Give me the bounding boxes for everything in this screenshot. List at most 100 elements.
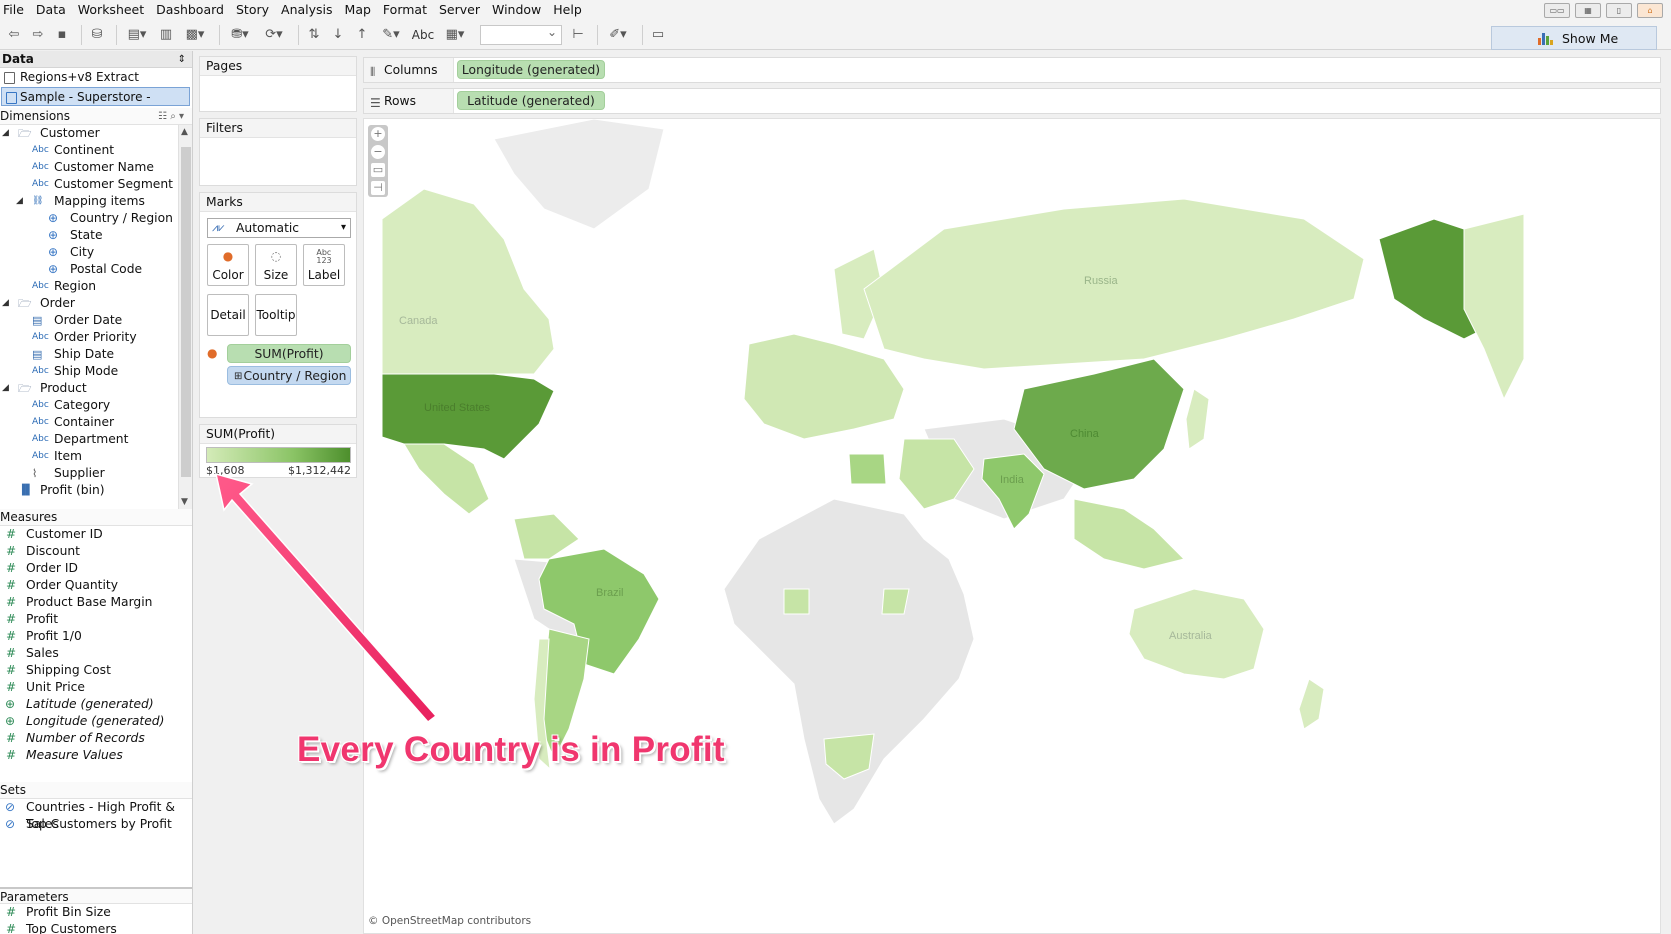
menu-server[interactable]: Server xyxy=(433,0,486,20)
show-me-button[interactable]: Show Me xyxy=(1491,26,1657,50)
menu-map[interactable]: Map xyxy=(339,0,377,20)
undo-icon[interactable]: ⇦ xyxy=(4,25,24,45)
pages-shelf[interactable]: Pages xyxy=(199,56,357,112)
duplicate-sheet-icon[interactable]: ▥ xyxy=(156,25,176,45)
map-view[interactable]: Russia Canada United States China India … xyxy=(363,118,1661,934)
measure-item-discount[interactable]: # Discount xyxy=(0,543,192,560)
dimension-item-supplier[interactable]: ⌇ Supplier xyxy=(0,465,192,482)
dimension-item-mapping-items[interactable]: ◢ ⛓ Mapping items xyxy=(0,193,192,210)
fix-axes-icon[interactable]: ⊢ xyxy=(568,25,588,45)
egypt[interactable] xyxy=(848,453,887,485)
rect-select-icon[interactable]: ▭ xyxy=(371,163,385,177)
sort-descending-icon[interactable]: ↑ xyxy=(352,25,372,45)
refresh-icon[interactable]: ⟳▾ xyxy=(259,25,289,45)
measure-item-shipping-cost[interactable]: # Shipping Cost xyxy=(0,662,192,679)
zoom-out-icon[interactable]: − xyxy=(371,145,385,159)
dimension-item-item[interactable]: Abc Item xyxy=(0,448,192,465)
dimension-item-state[interactable]: ⊕ State xyxy=(0,227,192,244)
columns-shelf[interactable]: ⦀ Columns Longitude (generated) xyxy=(363,57,1661,83)
dimension-item-product[interactable]: ◢ 🗁 Product xyxy=(0,380,192,397)
clear-sheet-icon[interactable]: ▩▾ xyxy=(180,25,210,45)
menu-format[interactable]: Format xyxy=(377,0,433,20)
view-size-icon[interactable]: ▦▾ xyxy=(440,25,470,45)
filters-shelf[interactable]: Filters xyxy=(199,118,357,186)
menu-file[interactable]: File xyxy=(0,0,30,20)
measure-item-profit-1-0[interactable]: # Profit 1/0 xyxy=(0,628,192,645)
menu-help[interactable]: Help xyxy=(547,0,588,20)
scroll-down-icon[interactable]: ▼ xyxy=(181,497,188,507)
datasource-item-selected[interactable]: Sample - Superstore - English... xyxy=(1,87,190,123)
dimension-item-profit-bin-[interactable]: ▐▌ Profit (bin) xyxy=(0,482,192,499)
measure-item-profit[interactable]: # Profit xyxy=(0,611,192,628)
menu-analysis[interactable]: Analysis xyxy=(275,0,339,20)
kenya[interactable] xyxy=(881,588,910,615)
dimension-item-ship-mode[interactable]: Abc Ship Mode xyxy=(0,363,192,380)
fit-dropdown[interactable] xyxy=(480,24,562,45)
datasource-item[interactable]: Regions+v8 Extract xyxy=(0,68,192,87)
dimension-item-order-priority[interactable]: Abc Order Priority xyxy=(0,329,192,346)
dimension-item-postal-code[interactable]: ⊕ Postal Code xyxy=(0,261,192,278)
japan[interactable] xyxy=(1185,388,1210,450)
new-zealand[interactable] xyxy=(1298,678,1325,730)
label-button[interactable]: Abc 123 Label xyxy=(303,244,345,286)
presentation-icon[interactable]: ▭ xyxy=(648,25,668,45)
dimension-item-order[interactable]: ◢ 🗁 Order xyxy=(0,295,192,312)
size-button[interactable]: ◌ Size xyxy=(255,244,297,286)
canada[interactable] xyxy=(381,188,555,375)
pane-menu-icon[interactable]: ⇕ xyxy=(178,51,186,68)
dimension-tools-icons[interactable]: ☷ ⌕ ▾ xyxy=(158,108,184,125)
tooltip-button[interactable]: Tooltip xyxy=(255,294,297,336)
detail-button[interactable]: Detail xyxy=(207,294,249,336)
measure-item-product-base-margin[interactable]: # Product Base Margin xyxy=(0,594,192,611)
menu-dashboard[interactable]: Dashboard xyxy=(150,0,230,20)
highlight-icon[interactable]: ✎▾ xyxy=(376,25,406,45)
expand-caret-icon[interactable]: ◢ xyxy=(2,295,9,312)
longitude-pill[interactable]: Longitude (generated) xyxy=(457,60,605,79)
dimension-item-customer-name[interactable]: Abc Customer Name xyxy=(0,159,192,176)
measure-item-order-quantity[interactable]: # Order Quantity xyxy=(0,577,192,594)
nigeria[interactable] xyxy=(783,588,810,615)
dimension-item-region[interactable]: Abc Region xyxy=(0,278,192,295)
world-map[interactable]: Russia Canada United States China India … xyxy=(364,119,1661,934)
color-button[interactable]: ● Color xyxy=(207,244,249,286)
menu-window[interactable]: Window xyxy=(486,0,547,20)
measure-item-customer-id[interactable]: # Customer ID xyxy=(0,526,192,543)
pen-icon[interactable]: ✐▾ xyxy=(603,25,633,45)
parameter-item[interactable]: # Top Customers xyxy=(0,921,192,934)
greenland-no-data[interactable] xyxy=(493,119,665,230)
home-icon[interactable]: ⌂ xyxy=(1637,3,1663,18)
measure-item-order-id[interactable]: # Order ID xyxy=(0,560,192,577)
dimension-item-country-region[interactable]: ⊕ Country / Region xyxy=(0,210,192,227)
measure-item-measure-values[interactable]: # Measure Values xyxy=(0,747,192,764)
save-icon[interactable]: ▪ xyxy=(52,25,72,45)
sum-profit-pill[interactable]: SUM(Profit) xyxy=(227,344,351,363)
scroll-thumb[interactable] xyxy=(181,147,191,477)
country-region-pill[interactable]: ⊞ Country / Region xyxy=(227,366,351,385)
set-item[interactable]: ⊘ Top Customers by Profit xyxy=(0,816,192,833)
parameter-item[interactable]: # Profit Bin Size xyxy=(0,904,192,921)
dimension-item-customer-segment[interactable]: Abc Customer Segment xyxy=(0,176,192,193)
dimension-item-continent[interactable]: Abc Continent xyxy=(0,142,192,159)
filmstrip-icon[interactable]: ▯ xyxy=(1606,3,1632,18)
rows-shelf[interactable]: ☰ Rows Latitude (generated) xyxy=(363,88,1661,114)
dimension-item-ship-date[interactable]: ▤ Ship Date xyxy=(0,346,192,363)
scroll-up-icon[interactable]: ▲ xyxy=(181,127,188,137)
redo-icon[interactable]: ⇨ xyxy=(28,25,48,45)
canada-west[interactable] xyxy=(1463,213,1525,401)
swap-rows-columns-icon[interactable]: ⇅ xyxy=(304,25,324,45)
menu-worksheet[interactable]: Worksheet xyxy=(72,0,150,20)
set-item[interactable]: ⊘ Countries - High Profit & Sales xyxy=(0,799,192,831)
measure-item-longitude-generated-[interactable]: ⊕ Longitude (generated) xyxy=(0,713,192,730)
dimensions-scrollbar[interactable]: ▲ ▼ xyxy=(178,125,192,509)
show-mark-labels-button[interactable]: Abc xyxy=(410,25,436,45)
dimension-item-order-date[interactable]: ▤ Order Date xyxy=(0,312,192,329)
expand-caret-icon[interactable]: ◢ xyxy=(16,193,23,210)
mark-type-dropdown[interactable]: ⩘⩗ Automatic ▾ xyxy=(207,218,351,238)
dimension-item-customer[interactable]: ◢ 🗁 Customer xyxy=(0,125,192,142)
measure-item-number-of-records[interactable]: # Number of Records xyxy=(0,730,192,747)
measure-item-sales[interactable]: # Sales xyxy=(0,645,192,662)
new-worksheet-icon[interactable]: ▤▾ xyxy=(122,25,152,45)
database-icon[interactable]: ⛁ xyxy=(87,25,107,45)
pause-updates-icon[interactable]: ⛃▾ xyxy=(225,25,255,45)
measure-item-latitude-generated-[interactable]: ⊕ Latitude (generated) xyxy=(0,696,192,713)
